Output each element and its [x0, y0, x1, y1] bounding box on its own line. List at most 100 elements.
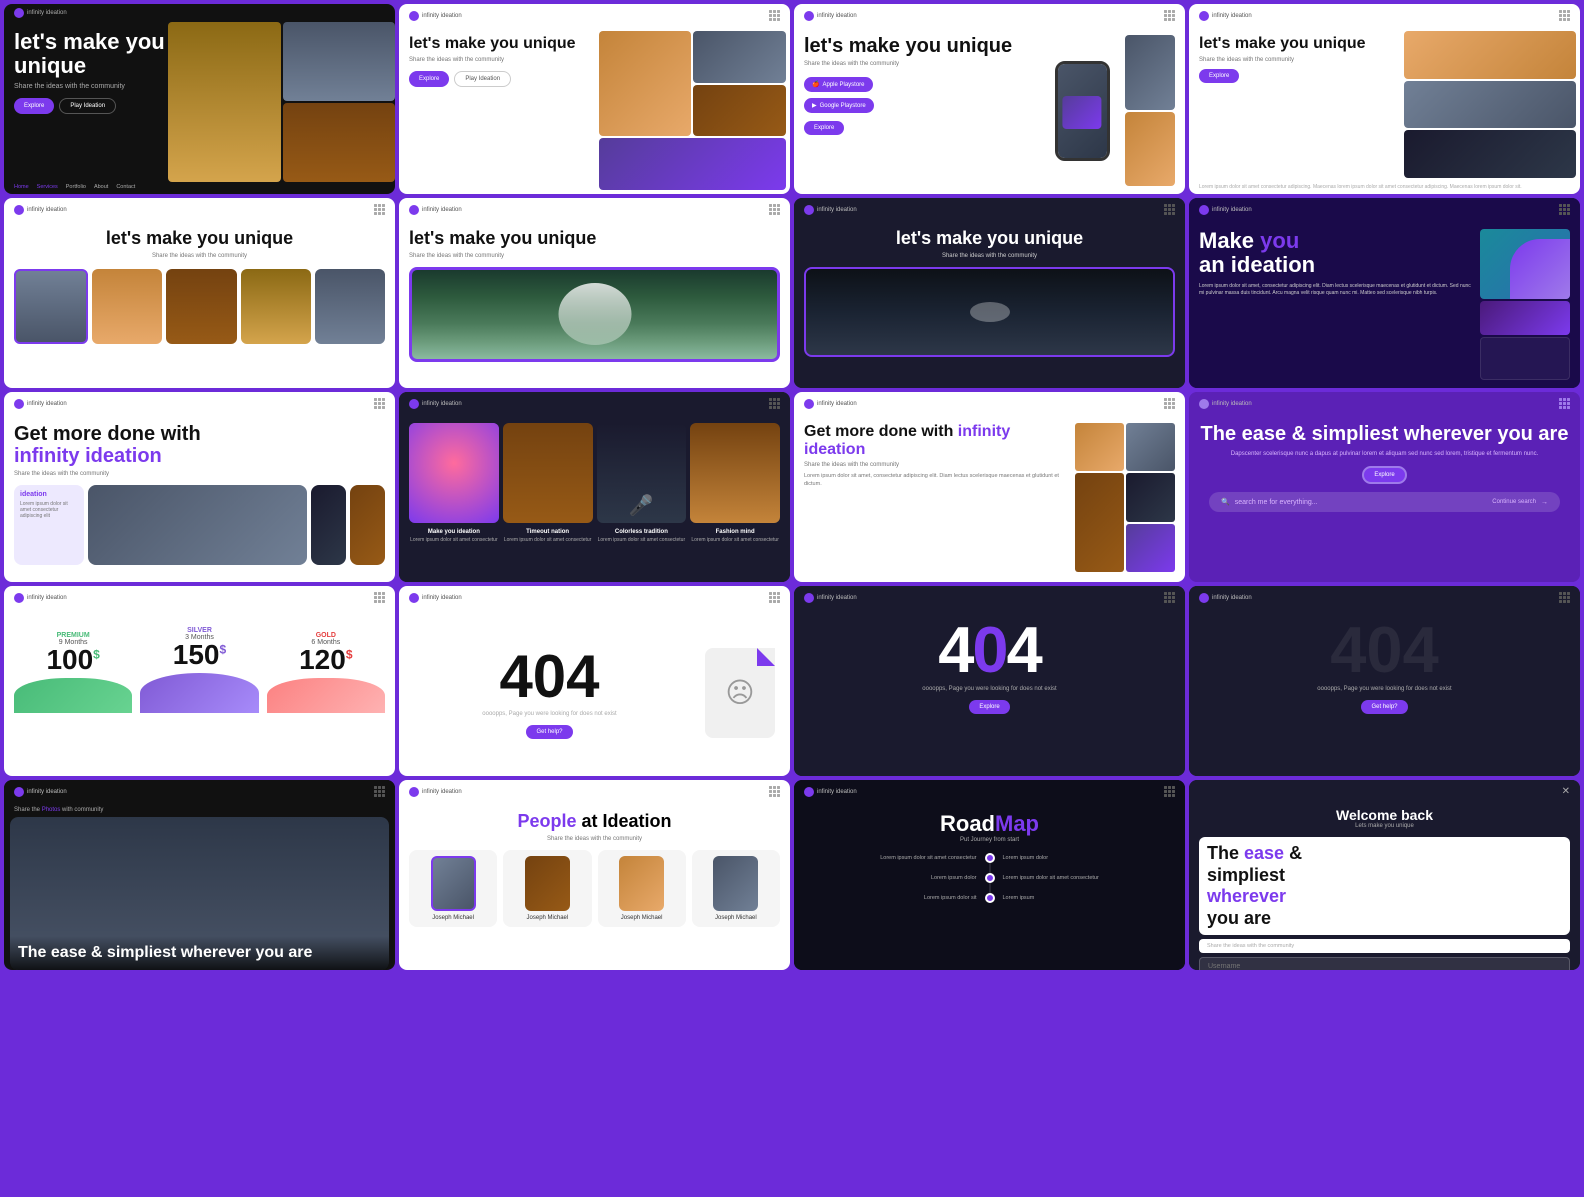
ideation-desc: Lorem ipsum dolor sit amet consectetur a…: [20, 501, 78, 519]
header-r1c3: infinity ideation: [794, 4, 1185, 27]
play-btn-r1c1[interactable]: Play Ideation: [59, 98, 116, 114]
ease-explore-btn[interactable]: Explore: [1362, 466, 1406, 484]
search-btn-label: Continue search: [1492, 499, 1536, 505]
logo-r3c3: infinity ideation: [804, 399, 857, 409]
content-r1c4: let's make you unique Share the ideas wi…: [1189, 27, 1580, 182]
feature-2-desc: Lorem ipsum dolor sit amet consectetur: [503, 537, 593, 543]
logo-circle-15: [804, 593, 814, 603]
username-input[interactable]: [1199, 957, 1570, 970]
ideation-title: Make youan ideation: [1199, 229, 1474, 277]
feature-1-desc: Lorem ipsum dolor sit amet consectetur: [409, 537, 499, 543]
menu-icon-r4c2[interactable]: [769, 592, 780, 603]
explore-btn-r1c3[interactable]: Explore: [804, 121, 844, 135]
menu-icon-r5c3[interactable]: [1164, 786, 1175, 797]
hero-title-r1c4: let's make you unique: [1199, 35, 1403, 53]
singer-icon: 🎤: [629, 493, 654, 518]
menu-icon-r3c2[interactable]: [769, 398, 780, 409]
menu-icon-r1c2[interactable]: [769, 10, 780, 21]
menu-icon-r5c1[interactable]: [374, 786, 385, 797]
logo-r3c1: infinity ideation: [14, 399, 67, 409]
google-store-btn[interactable]: ▶ Google Playstore: [804, 98, 874, 113]
header-r3c4: infinity ideation: [1189, 392, 1580, 415]
ease-subtitle-r3c4: Dapscenter scelerisque nunc a dapus at p…: [1199, 451, 1570, 457]
content-r2c3: let's make you unique Share the ideas wi…: [794, 221, 1185, 388]
roadmap-left-2: Lorem ipsum dolor: [804, 875, 977, 881]
nav-portfolio[interactable]: Portfolio: [66, 184, 86, 190]
menu-icon-r4c4[interactable]: [1559, 592, 1570, 603]
logo-circle-5: [14, 205, 24, 215]
content-r3c1: Get more done with infinity ideation Sha…: [4, 415, 395, 582]
menu-icon-r2c4[interactable]: [1559, 204, 1570, 215]
logo-circle-6: [409, 205, 419, 215]
person-2-name: Joseph Michael: [509, 915, 585, 921]
hero-title-r2c2: let's make you unique: [409, 229, 780, 249]
get-help-btn-r4c2[interactable]: Get help?: [526, 725, 572, 739]
explore-btn-r1c4[interactable]: Explore: [1199, 69, 1239, 83]
header-r2c3: infinity ideation: [794, 198, 1185, 221]
logo-circle-7: [804, 205, 814, 215]
ease-block: The ease &simpliestwherever you are: [1199, 837, 1570, 935]
nav-contact[interactable]: Contact: [116, 184, 135, 190]
small-nav-r1c1: Home Services Portfolio About Contact: [4, 182, 395, 194]
nav-home[interactable]: Home: [14, 184, 29, 190]
error-o-r4c3: 0: [972, 613, 1006, 686]
explore-btn-r4c3[interactable]: Explore: [969, 700, 1009, 714]
error-faint-r4c4: 404: [1199, 617, 1570, 682]
menu-icon-r4c3[interactable]: [1164, 592, 1175, 603]
menu-icon-r3c3[interactable]: [1164, 398, 1175, 409]
header-r4c2: infinity ideation: [399, 586, 790, 609]
feature-3-title: Colorless tradition: [597, 529, 687, 535]
feature-4-desc: Lorem ipsum dolor sit amet consectetur: [690, 537, 780, 543]
logo-text-8: infinity ideation: [1212, 207, 1252, 213]
nav-services[interactable]: Services: [37, 184, 58, 190]
search-bar-r3c4[interactable]: 🔍 search me for everything... Continue s…: [1209, 492, 1560, 512]
explore-btn-r1c2[interactable]: Explore: [409, 71, 449, 87]
logo-text-14: infinity ideation: [422, 595, 462, 601]
roadmap-left-1: Lorem ipsum dolor sit amet consectetur: [804, 855, 977, 861]
content-r3c4: The ease & simpliest wherever you are Da…: [1189, 415, 1580, 582]
menu-icon-r4c1[interactable]: [374, 592, 385, 603]
nav-about[interactable]: About: [94, 184, 108, 190]
menu-icon-r2c3[interactable]: [1164, 204, 1175, 215]
get-help-btn-r4c4[interactable]: Get help?: [1361, 700, 1407, 714]
logo-r1c1: infinity ideation: [14, 8, 67, 18]
card-r5c1: infinity ideation Share the Photos with …: [4, 780, 395, 970]
person-3: Joseph Michael: [598, 850, 686, 927]
apple-store-btn[interactable]: 🍎 Apple Playstore: [804, 77, 873, 92]
person-1-name: Joseph Michael: [415, 915, 491, 921]
hero-subtitle-r2c2: Share the ideas with the community: [409, 253, 780, 259]
menu-icon-r2c1[interactable]: [374, 204, 385, 215]
person-4-name: Joseph Michael: [698, 915, 774, 921]
logo-text-3: infinity ideation: [817, 13, 857, 19]
roadmap-dot-3: [985, 893, 995, 903]
person-3-name: Joseph Michael: [604, 915, 680, 921]
content-r2c1: let's make you unique Share the ideas wi…: [4, 221, 395, 388]
menu-icon-r5c2[interactable]: [769, 786, 780, 797]
content-r3c2: 🎤 Make you ideation Lorem ipsum dolor si…: [399, 415, 790, 582]
explore-btn-r1c1[interactable]: Explore: [14, 98, 54, 114]
menu-icon-r3c4[interactable]: [1559, 398, 1570, 409]
close-icon[interactable]: ✕: [1562, 786, 1570, 797]
pricing-premium: PREMIUM 9 Months 100$: [14, 632, 132, 713]
roadmap-right-2: Lorem ipsum dolor sit amet consectetur: [1003, 875, 1176, 881]
logo-text-5: infinity ideation: [27, 207, 67, 213]
hero-subtitle-r1c1: Share the ideas with the community: [14, 83, 181, 90]
card-r4c1: infinity ideation PREMIUM 9 Months 100$: [4, 586, 395, 776]
card-r1c3: infinity ideation let's make you unique …: [794, 4, 1185, 194]
card-r1c2: infinity ideation let's make you unique …: [399, 4, 790, 194]
logo-circle-17: [14, 787, 24, 797]
menu-icon-r3c1[interactable]: [374, 398, 385, 409]
menu-icon-r1c4[interactable]: [1559, 10, 1570, 21]
header-r2c4: infinity ideation: [1189, 198, 1580, 221]
logo-r2c4: infinity ideation: [1199, 205, 1252, 215]
hero-subtitle-r2c3: Share the ideas with the community: [804, 253, 1175, 259]
menu-icon-r2c2[interactable]: [769, 204, 780, 215]
play-btn-r1c2[interactable]: Play Ideation: [454, 71, 511, 87]
logo-text-11: infinity ideation: [817, 401, 857, 407]
menu-icon-r1c3[interactable]: [1164, 10, 1175, 21]
hero-subtitle-r1c4: Share the ideas with the community: [1199, 57, 1403, 63]
logo-text-4: infinity ideation: [1212, 13, 1252, 19]
card-r2c2: infinity ideation let's make you unique …: [399, 198, 790, 388]
premium-wave: [14, 678, 132, 713]
hero-subtitle-r1c2: Share the ideas with the community: [409, 57, 595, 63]
